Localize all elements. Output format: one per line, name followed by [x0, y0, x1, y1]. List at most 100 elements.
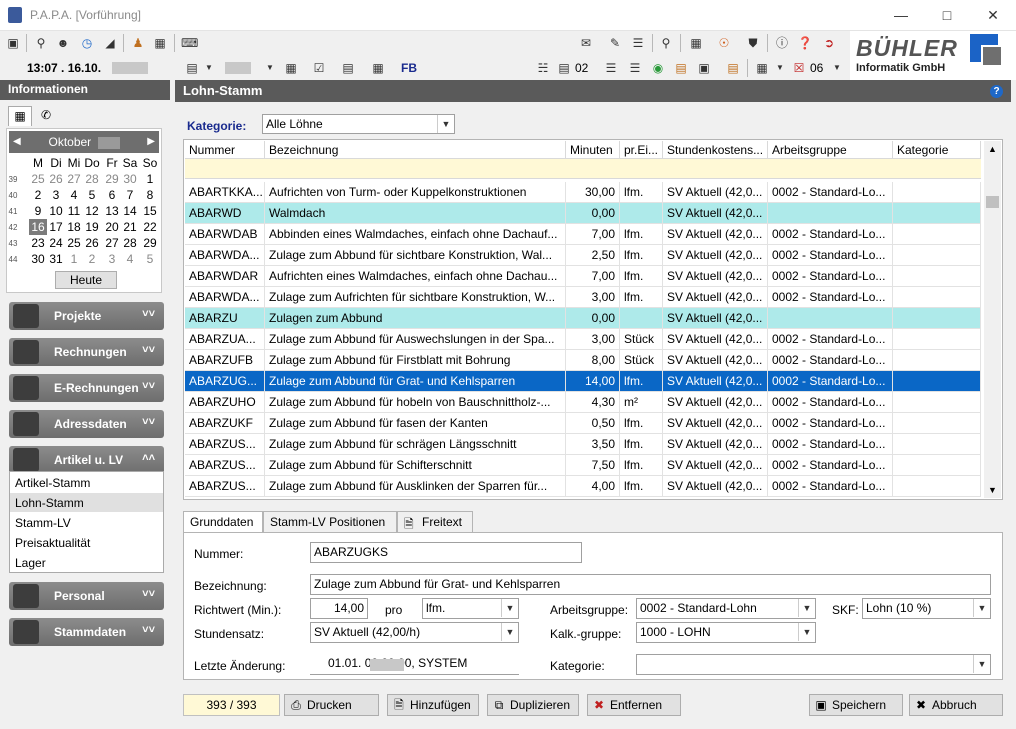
calc-grid-icon[interactable]: ▦ — [688, 35, 704, 51]
table-row[interactable]: ABARWDAB Abbinden eines Walmdaches, einfa… — [185, 224, 981, 245]
filter-row[interactable] — [185, 159, 981, 179]
calendar-day[interactable]: 12 — [83, 203, 101, 219]
calendar-day[interactable]: 29 — [103, 171, 121, 187]
globe-icon[interactable]: ◉ — [650, 60, 666, 76]
next-month-icon[interactable]: ▶ — [147, 131, 155, 153]
table-row[interactable]: ABARZUS... Zulage zum Abbund für Schifter… — [185, 455, 981, 476]
chart-icon[interactable]: ▤ — [725, 60, 741, 76]
submenu-lohn-stamm[interactable]: Lohn-Stamm — [10, 493, 163, 512]
calendar-day[interactable]: 1 — [65, 251, 83, 267]
table-row[interactable]: ABARZUHO Zulage zum Abbund für hobeln von… — [185, 392, 981, 413]
column-header[interactable]: Bezeichnung — [265, 141, 566, 159]
grid-icon[interactable]: ▦ — [370, 60, 386, 76]
minimize-button[interactable]: — — [878, 0, 924, 31]
submenu-lager[interactable]: Lager — [15, 556, 46, 570]
calendar-day[interactable]: 19 — [83, 219, 101, 235]
calendar-day[interactable]: 2 — [83, 251, 101, 267]
cancel-button[interactable]: ✖ Abbruch — [909, 694, 1003, 716]
calendar-day[interactable]: 6 — [103, 187, 121, 203]
table-row[interactable]: ABARWDA... Zulage zum Abbund für sichtbar… — [185, 245, 981, 266]
checklist-icon[interactable]: ☑ — [311, 60, 327, 76]
calendar-3-icon[interactable]: ▤ — [340, 60, 356, 76]
table-row[interactable]: ABARZUS... Zulage zum Abbund für schrägen… — [185, 434, 981, 455]
column-header[interactable]: Kategorie — [893, 141, 981, 159]
users-icon[interactable]: ♟ — [130, 35, 146, 51]
calendar-day[interactable]: 18 — [65, 219, 83, 235]
submenu-artikel-stamm[interactable]: Artikel-Stamm — [15, 476, 90, 490]
calendar-day[interactable]: 5 — [83, 187, 101, 203]
table-row[interactable]: ABARWDAR Aufrichten eines Walmdaches, ein… — [185, 266, 981, 287]
nav-projekte[interactable]: Projekte ˅˅ — [9, 302, 164, 330]
chevron-down-icon[interactable]: ▼ — [798, 599, 815, 617]
column-header[interactable]: pr.Ei... — [620, 141, 663, 159]
column-header[interactable]: Nummer — [185, 141, 265, 159]
skf-select[interactable]: Lohn (10 %) ▼ — [862, 598, 991, 619]
help-icon[interactable]: ? — [990, 85, 1003, 98]
info-panel-icon[interactable]: ▣ — [5, 35, 21, 51]
calendar-day[interactable]: 14 — [121, 203, 139, 219]
nav-adressdaten[interactable]: Adressdaten ˅˅ — [9, 410, 164, 438]
nummer-field[interactable]: ABARZUGKS — [310, 542, 582, 563]
chevron-down-icon[interactable]: ▼ — [501, 623, 518, 641]
remove-button[interactable]: ✖ Entfernen — [587, 694, 681, 716]
nav-personal[interactable]: Personal ˅˅ — [9, 582, 164, 610]
table-row[interactable]: ABARTKKA... Aufrichten von Turm- oder Kup… — [185, 182, 981, 203]
today-button[interactable]: Heute — [55, 271, 117, 289]
user-key-icon[interactable]: ☻ — [55, 35, 71, 51]
calendar-day[interactable]: 1 — [141, 171, 159, 187]
calendar-day[interactable]: 29 — [141, 235, 159, 251]
kalk-gruppe-select[interactable]: 1000 - LOHN ▼ — [636, 622, 816, 643]
chevron-down-icon[interactable]: ▼ — [201, 60, 217, 76]
duplicate-button[interactable]: ⧉ Duplizieren — [487, 694, 579, 716]
save-button[interactable]: ▣ Speichern — [809, 694, 903, 716]
chevron-down-icon[interactable]: ▼ — [829, 60, 845, 76]
key-icon[interactable]: ⚲ — [33, 35, 49, 51]
calendar-day[interactable]: 25 — [29, 171, 47, 187]
calendar-tab-icon[interactable]: ▦ — [8, 106, 32, 126]
calendar-day[interactable]: 4 — [65, 187, 83, 203]
calendar-day[interactable]: 26 — [47, 171, 65, 187]
triangle-ruler-icon[interactable]: ◢ — [102, 35, 118, 51]
table-row[interactable]: ABARZU Zulagen zum Abbund 0,00 SV Aktuell (… — [185, 308, 981, 329]
calendar-day[interactable]: 22 — [141, 219, 159, 235]
calendar-day[interactable]: 17 — [47, 219, 65, 235]
list-icon[interactable]: ☰ — [603, 60, 619, 76]
stack-icon[interactable]: ▤ — [673, 60, 689, 76]
calendar-day[interactable]: 3 — [47, 187, 65, 203]
table-row[interactable]: ABARZUA... Zulage zum Abbund für Auswechs… — [185, 329, 981, 350]
calendar-day[interactable]: 8 — [141, 187, 159, 203]
calendar-day[interactable]: 10 — [47, 203, 65, 219]
lifebuoy-icon[interactable]: ☉ — [716, 35, 732, 51]
table-row[interactable]: ABARWD Walmdach 0,00 SV Aktuell (42,0... — [185, 203, 981, 224]
stundensatz-select[interactable]: SV Aktuell (42,00/h) ▼ — [310, 622, 519, 643]
arbeitsgruppe-select[interactable]: 0002 - Standard-Lohn ▼ — [636, 598, 816, 619]
table-row[interactable]: ABARWDA... Zulage zum Aufrichten für sich… — [185, 287, 981, 308]
chevron-down-icon[interactable]: ▼ — [772, 60, 788, 76]
chevron-down-icon[interactable]: ▼ — [437, 115, 454, 133]
calendar-day[interactable]: 13 — [103, 203, 121, 219]
calendar-day[interactable]: 7 — [121, 187, 139, 203]
calendar-day[interactable]: 16 — [29, 219, 47, 235]
chevron-down-icon[interactable]: ▼ — [973, 655, 990, 673]
calendar-day[interactable]: 20 — [103, 219, 121, 235]
close-button[interactable]: ✕ — [970, 0, 1016, 31]
nav-rechnungen[interactable]: Rechnungen ˅˅ — [9, 338, 164, 366]
add-button[interactable]: 🗎 Hinzufügen — [387, 694, 479, 716]
calendar-day[interactable]: 21 — [121, 219, 139, 235]
nav-artikel-lv[interactable]: Artikel u. LV ˄˄ — [9, 446, 164, 474]
keyboard-icon[interactable]: ⌨ — [181, 35, 198, 51]
chevron-down-icon[interactable]: ▼ — [798, 623, 815, 641]
nav-e-rechnungen[interactable]: E-Rechnungen ˅˅ — [9, 374, 164, 402]
vertical-scrollbar[interactable]: ▲ ▼ — [984, 141, 1001, 498]
scroll-thumb[interactable] — [986, 196, 999, 208]
scroll-up-icon[interactable]: ▲ — [988, 144, 997, 154]
help-icon[interactable]: ❓ — [797, 35, 813, 51]
calendar-day[interactable]: 28 — [121, 235, 139, 251]
books-icon[interactable]: ▤ — [184, 60, 200, 76]
mail-icon[interactable]: ✉ — [578, 35, 594, 51]
print-button[interactable]: ⎙ Drucken — [284, 694, 379, 716]
calendar-day[interactable]: 27 — [103, 235, 121, 251]
calendar-day[interactable]: 15 — [141, 203, 159, 219]
calendar-day[interactable]: 31 — [47, 251, 65, 267]
tree-icon[interactable]: ☰ — [627, 60, 643, 76]
